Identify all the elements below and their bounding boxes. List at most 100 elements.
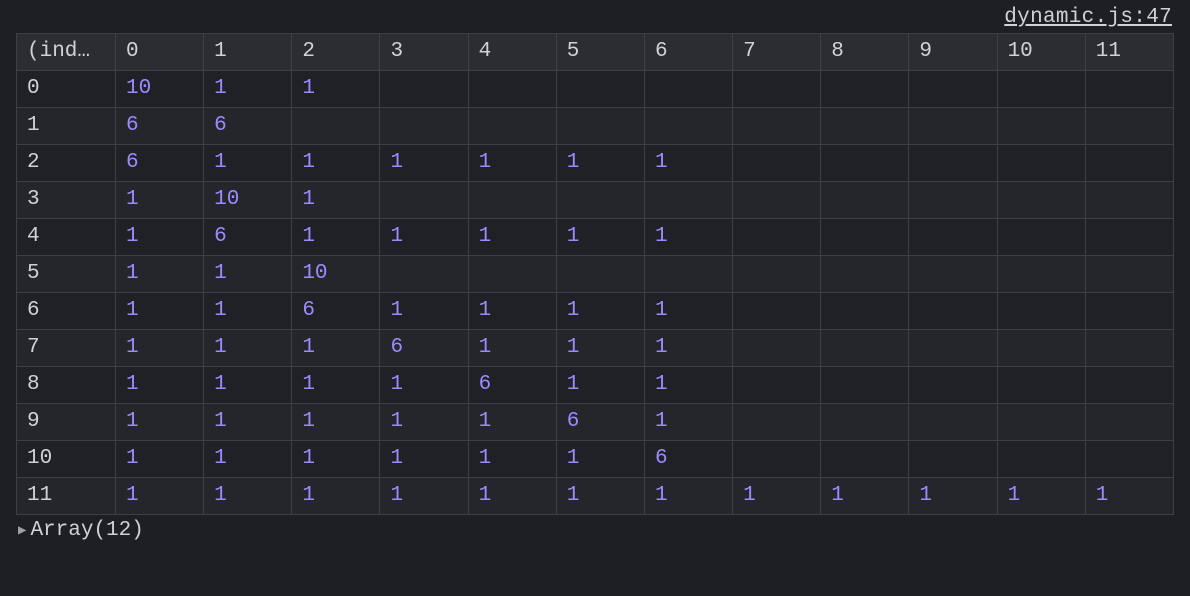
table-cell: 1: [380, 478, 468, 515]
table-cell: [380, 182, 468, 219]
table-row: 51110: [17, 256, 1174, 293]
index-column-header[interactable]: (ind…: [17, 34, 116, 71]
table-cell: [997, 108, 1085, 145]
table-cell: 1: [644, 478, 732, 515]
console-table-container: (ind…01234567891011 01011166261111113110…: [0, 33, 1190, 515]
table-cell: 1: [1085, 478, 1173, 515]
table-cell: [821, 108, 909, 145]
row-index-cell: 8: [17, 367, 116, 404]
table-cell: 1: [292, 441, 380, 478]
table-cell: 6: [468, 367, 556, 404]
row-index-cell: 9: [17, 404, 116, 441]
table-cell: 1: [909, 478, 997, 515]
table-cell: [997, 256, 1085, 293]
disclosure-triangle-icon: ▶: [18, 524, 26, 538]
table-cell: 1: [116, 478, 204, 515]
table-cell: 1: [116, 256, 204, 293]
table-cell: 6: [380, 330, 468, 367]
table-cell: 1: [556, 219, 644, 256]
table-cell: [909, 108, 997, 145]
source-link[interactable]: dynamic.js:47: [1004, 6, 1172, 29]
table-cell: 1: [380, 293, 468, 330]
table-cell: [644, 256, 732, 293]
table-row: 101111116: [17, 441, 1174, 478]
table-row: 31101: [17, 182, 1174, 219]
column-header[interactable]: 0: [116, 34, 204, 71]
table-cell: 1: [204, 71, 292, 108]
table-cell: [997, 404, 1085, 441]
table-cell: 1: [204, 330, 292, 367]
table-cell: [468, 71, 556, 108]
table-cell: [644, 108, 732, 145]
table-cell: [1085, 404, 1173, 441]
table-cell: 1: [556, 441, 644, 478]
column-header[interactable]: 11: [1085, 34, 1173, 71]
object-summary-row[interactable]: ▶ Array(12): [0, 515, 1190, 546]
console-table: (ind…01234567891011 01011166261111113110…: [16, 33, 1174, 515]
table-cell: 1: [204, 293, 292, 330]
table-cell: [821, 441, 909, 478]
table-cell: [997, 182, 1085, 219]
table-cell: [997, 293, 1085, 330]
table-cell: [997, 71, 1085, 108]
table-row: 91111161: [17, 404, 1174, 441]
table-cell: [909, 219, 997, 256]
table-cell: [821, 404, 909, 441]
table-cell: 1: [556, 293, 644, 330]
table-cell: 6: [116, 145, 204, 182]
console-output-panel: dynamic.js:47 (ind…01234567891011 010111…: [0, 0, 1190, 596]
row-index-cell: 6: [17, 293, 116, 330]
table-cell: [1085, 330, 1173, 367]
table-cell: 1: [468, 330, 556, 367]
table-cell: [821, 367, 909, 404]
table-cell: 10: [116, 71, 204, 108]
table-header: (ind…01234567891011: [17, 34, 1174, 71]
table-cell: [1085, 441, 1173, 478]
table-cell: 1: [204, 256, 292, 293]
table-cell: 1: [644, 219, 732, 256]
column-header[interactable]: 3: [380, 34, 468, 71]
table-cell: [1085, 367, 1173, 404]
table-row: 11111111111111: [17, 478, 1174, 515]
table-cell: [733, 330, 821, 367]
column-header[interactable]: 10: [997, 34, 1085, 71]
table-body: 0101116626111111311014161111151110611611…: [17, 71, 1174, 515]
table-cell: [556, 108, 644, 145]
row-index-cell: 3: [17, 182, 116, 219]
table-cell: [1085, 145, 1173, 182]
table-cell: [909, 367, 997, 404]
column-header[interactable]: 4: [468, 34, 556, 71]
column-header[interactable]: 6: [644, 34, 732, 71]
table-cell: 1: [204, 145, 292, 182]
table-cell: 1: [380, 441, 468, 478]
table-cell: 1: [116, 330, 204, 367]
table-cell: 1: [204, 441, 292, 478]
column-header[interactable]: 8: [821, 34, 909, 71]
table-cell: 1: [292, 478, 380, 515]
table-cell: 1: [204, 478, 292, 515]
table-cell: [380, 256, 468, 293]
table-cell: [556, 71, 644, 108]
table-cell: [997, 367, 1085, 404]
table-cell: [821, 256, 909, 293]
table-cell: [821, 71, 909, 108]
column-header[interactable]: 9: [909, 34, 997, 71]
table-cell: [468, 256, 556, 293]
table-cell: [909, 256, 997, 293]
table-cell: 1: [116, 367, 204, 404]
table-cell: 1: [556, 478, 644, 515]
table-cell: 1: [116, 404, 204, 441]
column-header[interactable]: 7: [733, 34, 821, 71]
column-header[interactable]: 1: [204, 34, 292, 71]
table-cell: [733, 219, 821, 256]
table-cell: 1: [468, 145, 556, 182]
table-row: 71116111: [17, 330, 1174, 367]
table-cell: 1: [644, 145, 732, 182]
column-header[interactable]: 2: [292, 34, 380, 71]
table-cell: 1: [997, 478, 1085, 515]
row-index-cell: 4: [17, 219, 116, 256]
column-header[interactable]: 5: [556, 34, 644, 71]
table-cell: 1: [644, 293, 732, 330]
table-cell: [821, 182, 909, 219]
table-cell: 1: [468, 219, 556, 256]
